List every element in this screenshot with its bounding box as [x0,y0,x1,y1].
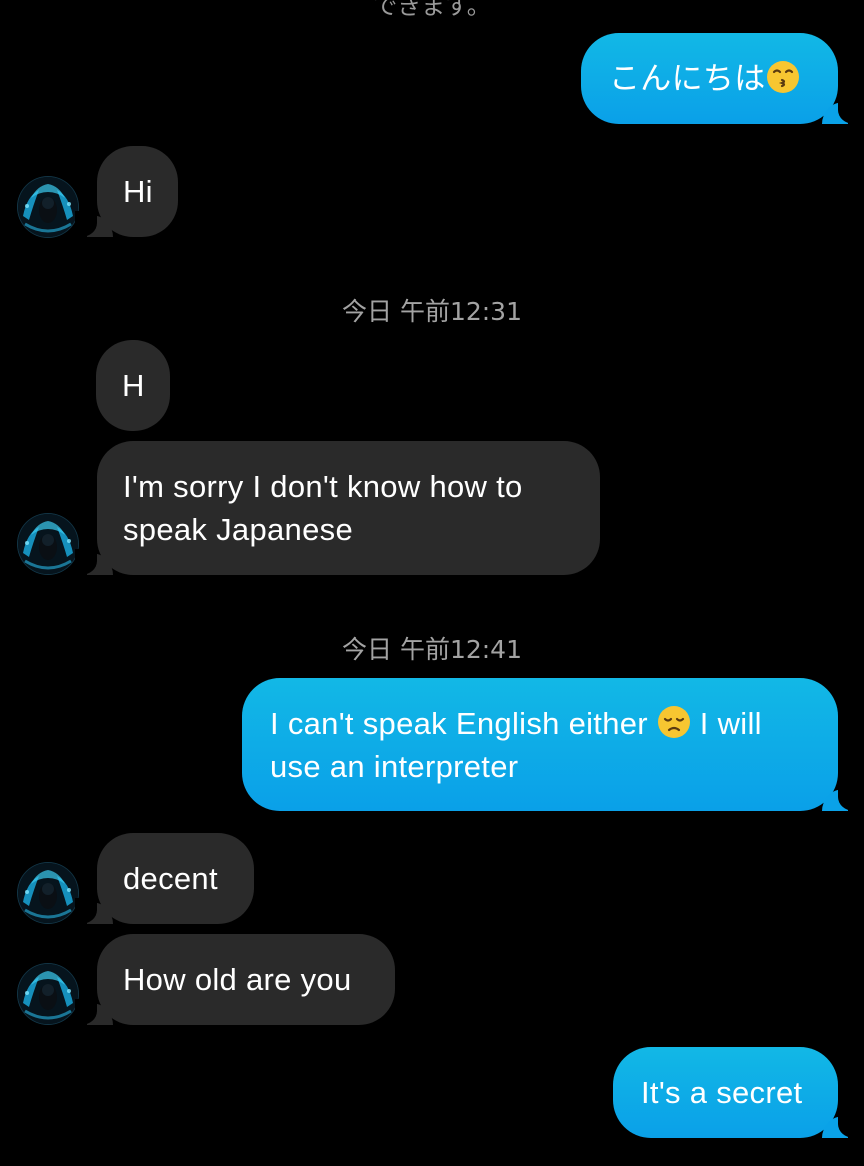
disappointed-face-icon [657,705,691,739]
message-text: Hi [123,174,153,209]
message-text: I can't speak English either I will use … [270,705,762,784]
outgoing-message-bubble[interactable]: It's a secret [613,1047,860,1138]
contact-avatar[interactable] [17,963,79,1025]
message-text: こんにちは [609,57,800,100]
incoming-message-bubble[interactable]: decent [75,833,254,924]
incoming-message-bubble[interactable]: How old are you [75,934,395,1025]
timestamp: 今日 午前12:31 [342,297,522,326]
kissing-face-icon [766,60,800,94]
clipped-previous-message: できます。 [373,0,491,20]
incoming-message-bubble[interactable]: I'm sorry I don't know how to speak Japa… [75,441,600,575]
contact-avatar[interactable] [17,513,79,575]
message-text: It's a secret [641,1075,803,1110]
message-text: decent [123,861,218,896]
message-text: How old are you [123,962,352,997]
contact-avatar[interactable] [17,176,79,238]
contact-avatar[interactable] [17,862,79,924]
message-text: H [122,368,145,403]
outgoing-message-bubble[interactable]: こんにちは [581,33,860,124]
timestamp: 今日 午前12:41 [342,635,522,664]
outgoing-message-bubble[interactable]: I can't speak English either I will use … [242,678,860,811]
incoming-message-bubble[interactable]: H [96,340,170,431]
message-text: I'm sorry I don't know how to speak Japa… [123,469,523,547]
incoming-message-bubble[interactable]: Hi [75,146,178,237]
